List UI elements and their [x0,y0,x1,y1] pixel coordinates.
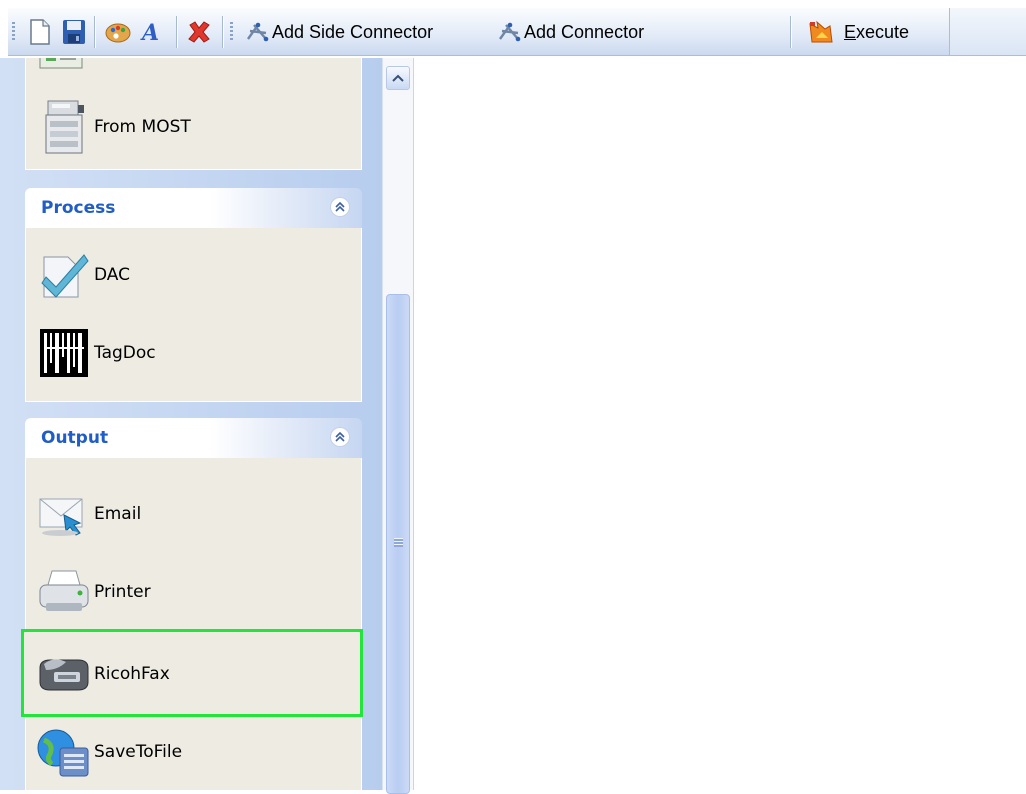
delete-x-icon [188,21,210,43]
process-group-body: DAC TagDoc [25,228,362,402]
execute-flame-icon [809,20,833,43]
input-group-body: From MOST [25,58,362,170]
input-device-icon [39,58,83,69]
toolbar-separator [222,16,224,48]
toolbox-item-label: Email [94,504,142,524]
toolbar-empty-area [950,8,1026,56]
toolbox-item-label: SaveToFile [94,742,183,762]
execute-button[interactable]: Execute [808,14,909,50]
toolbox-item-label: From MOST [94,117,191,137]
font-button[interactable]: A [140,14,164,50]
mfp-copier-icon [45,100,84,154]
toolbar-grip[interactable] [230,22,233,42]
chevron-up-icon [392,74,404,82]
execute-mnemonic: E [844,21,857,42]
globe-file-icon [37,729,89,777]
toolbox-scrollbar[interactable] [382,58,414,794]
checkmark-document-icon [41,254,89,298]
color-palette-button[interactable] [104,14,132,50]
toolbox-item-printer[interactable]: Printer [36,559,151,625]
toolbar-separator [790,16,792,48]
execute-label: xecute [856,21,910,42]
scroll-up-button[interactable] [386,66,410,90]
group-title: Output [41,428,109,448]
scroll-thumb[interactable] [386,294,410,794]
collapse-chevron-icon[interactable] [330,427,350,447]
scroll-thumb-grip [394,538,403,547]
toolbox-item-tagdoc[interactable]: TagDoc [36,320,156,386]
toolbox-item-savetofile[interactable]: SaveToFile [36,719,182,785]
fax-icon [39,659,89,691]
group-title: Process [41,198,116,218]
toolbox-item-email[interactable]: Email [36,481,141,547]
printer-icon [39,570,89,611]
svg-text:A: A [140,20,159,45]
delete-button[interactable] [186,14,212,50]
collapse-chevron-icon[interactable] [330,197,350,217]
toolbox-item-ricohfax[interactable]: RicohFax [36,641,170,707]
add-connector-label: Add Connector [524,21,645,42]
save-button[interactable] [62,14,86,50]
toolbox-item-label: DAC [94,265,130,285]
connector-icon [499,22,521,42]
connector-icon [247,22,269,42]
toolbox-item-label: TagDoc [94,343,156,363]
output-group-header[interactable]: Output [25,418,362,458]
toolbox-item-from-most[interactable]: From MOST [36,94,191,160]
toolbar-separator [94,16,96,48]
toolbox-item-label: Printer [94,582,151,602]
process-group-header[interactable]: Process [25,188,362,228]
new-button[interactable] [30,14,50,50]
toolbar-separator [176,16,178,48]
new-document-icon [30,19,50,45]
font-italic-a-icon: A [140,20,159,45]
email-icon [39,498,83,536]
workflow-canvas[interactable] [414,58,1026,790]
toolbar: A Add Side Connector Add Connector Execu… [0,8,1026,58]
toolbox-item-dac[interactable]: DAC [36,242,130,308]
save-disk-icon [63,20,85,44]
add-connector-button[interactable]: Add Connector [498,14,644,50]
add-side-connector-label: Add Side Connector [272,21,434,42]
barcode-icon [40,329,88,377]
add-side-connector-button[interactable]: Add Side Connector [246,14,433,50]
toolbox-panel: From MOST Process DAC TagDoc Output Emai… [0,58,382,790]
palette-icon [105,23,131,43]
toolbar-grip[interactable] [12,22,15,42]
toolbox-item-label: RicohFax [94,664,170,684]
